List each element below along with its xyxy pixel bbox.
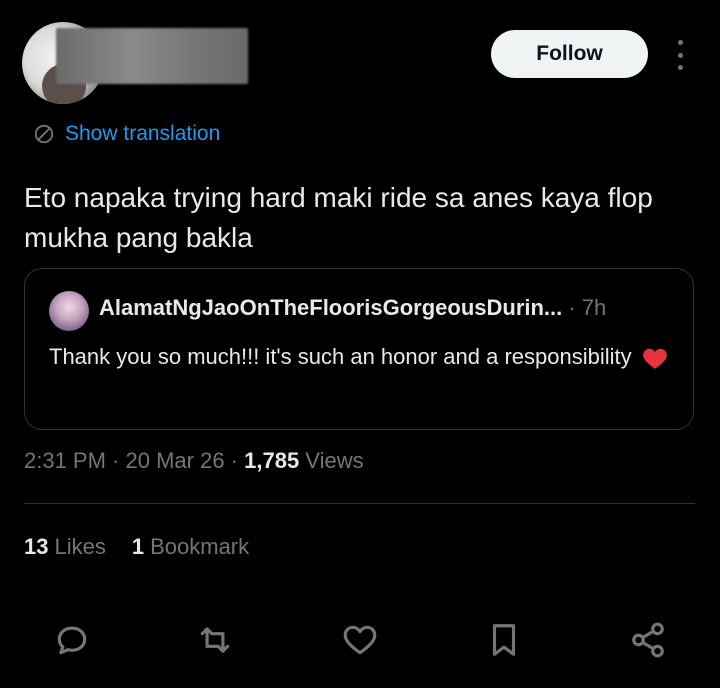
show-translation-label: Show translation <box>65 122 221 145</box>
views-label: Views <box>299 448 364 473</box>
quote-header: AlamatNgJaoOnTheFloorisGorgeousDurin... … <box>99 295 606 321</box>
bookmarks-count: 1 <box>131 534 145 559</box>
bookmark-icon <box>492 624 516 656</box>
meta-separator: · <box>105 448 126 473</box>
likes-label: Likes <box>54 534 106 559</box>
meta-separator: · <box>224 448 245 473</box>
likes-count: 13 <box>24 534 49 559</box>
tweet-date: 20 Mar 26 <box>125 448 225 473</box>
quoted-tweet[interactable]: AlamatNgJaoOnTheFloorisGorgeousDurin... … <box>24 268 694 430</box>
bookmarks-stat[interactable]: 1 Bookmark <box>132 534 249 560</box>
divider <box>24 503 695 504</box>
views-count: 1,785 <box>244 448 300 473</box>
quote-author-name: AlamatNgJaoOnTheFloorisGorgeousDurin... <box>99 295 563 320</box>
show-translation-link[interactable]: Show translation <box>33 122 220 146</box>
bookmark-button[interactable] <box>482 618 526 662</box>
share-button[interactable] <box>626 618 670 662</box>
tweet-time: 2:31 PM <box>24 448 106 473</box>
like-icon <box>343 625 377 655</box>
quote-timestamp: · 7h <box>568 295 607 320</box>
follow-button[interactable]: Follow <box>491 30 648 78</box>
tweet-meta: 2:31 PM · 20 Mar 26 · 1,785 Views <box>24 448 364 474</box>
retweet-button[interactable] <box>193 618 237 662</box>
quote-text: Thank you so much!!! it's such an honor … <box>49 344 632 369</box>
like-button[interactable] <box>338 618 382 662</box>
red-heart-emoji-icon <box>642 348 667 370</box>
quote-author-avatar <box>49 291 89 331</box>
bookmarks-label: Bookmark <box>150 534 250 559</box>
likes-stat[interactable]: 13 Likes <box>24 534 106 560</box>
retweet-icon <box>200 627 230 653</box>
engagement-stats: 13 Likes 1 Bookmark <box>24 534 249 560</box>
tweet-text: Eto napaka trying hard maki ride sa anes… <box>24 182 653 253</box>
more-options-icon[interactable] <box>668 40 692 70</box>
author-name-redacted <box>56 28 248 84</box>
share-icon <box>632 622 664 658</box>
reply-icon <box>57 626 87 655</box>
translate-icon <box>34 124 54 144</box>
reply-button[interactable] <box>50 618 94 662</box>
quote-text-block: Thank you so much!!! it's such an honor … <box>49 341 669 373</box>
